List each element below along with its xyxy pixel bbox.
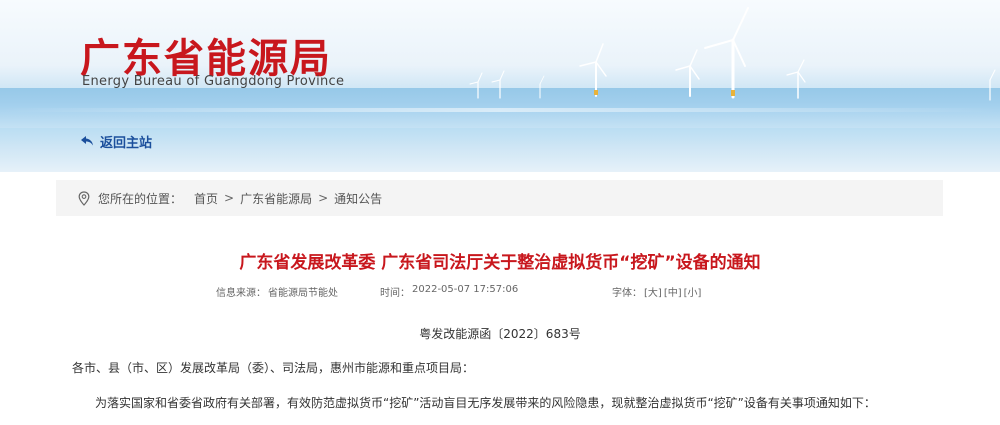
breadcrumb-separator: > <box>224 191 235 205</box>
back-link-label: 返回主站 <box>100 135 153 151</box>
document-number: 粤发改能源函〔2022〕683号 <box>419 327 581 341</box>
time-value: 2022-05-07 17:57:06 <box>412 284 519 295</box>
back-arrow-icon <box>81 136 93 146</box>
font-size-medium-button[interactable]: [中] <box>664 284 682 299</box>
breadcrumb: 您所在的位置： 首页 > 广东省能源局 > 通知公告 <box>56 180 943 216</box>
font-size-label: 字体： <box>612 288 642 299</box>
article-meta: 信息来源： 省能源局节能处 时间： 2022-05-07 17:57:06 字体… <box>0 284 1000 299</box>
addressee-paragraph: 各市、县（市、区）发展改革局（委）、司法局，惠州市能源和重点项目局： <box>72 361 475 375</box>
breadcrumb-item-home[interactable]: 首页 <box>194 190 218 207</box>
breadcrumb-item-energy-bureau[interactable]: 广东省能源局 <box>240 190 312 207</box>
breadcrumb-item-notices[interactable]: 通知公告 <box>334 190 382 207</box>
header-banner: 广东省能源局 Energy Bureau of Guangdong Provin… <box>0 0 1000 172</box>
time-label: 时间： <box>380 288 410 299</box>
font-size-options: [大] [中] [小] <box>644 284 701 299</box>
font-size-large-button[interactable]: [大] <box>644 284 662 299</box>
intro-paragraph: 为落实国家和省委省政府有关部署，有效防范虚拟货币“挖矿”活动盲目无序发展带来的风… <box>95 396 876 410</box>
font-size-small-button[interactable]: [小] <box>684 284 702 299</box>
location-pin-icon <box>78 190 90 206</box>
back-to-main-site-link[interactable]: 返回主站 <box>80 132 153 151</box>
source-value: 省能源局节能处 <box>268 288 338 299</box>
breadcrumb-separator: > <box>318 191 329 205</box>
article-title: 广东省发展改革委 广东省司法厅关于整治虚拟货币“挖矿”设备的通知 <box>239 253 761 273</box>
source-label: 信息来源： <box>216 288 266 299</box>
site-logo-en: Energy Bureau of Guangdong Province <box>82 74 345 89</box>
breadcrumb-prefix: 您所在的位置： <box>98 191 183 206</box>
